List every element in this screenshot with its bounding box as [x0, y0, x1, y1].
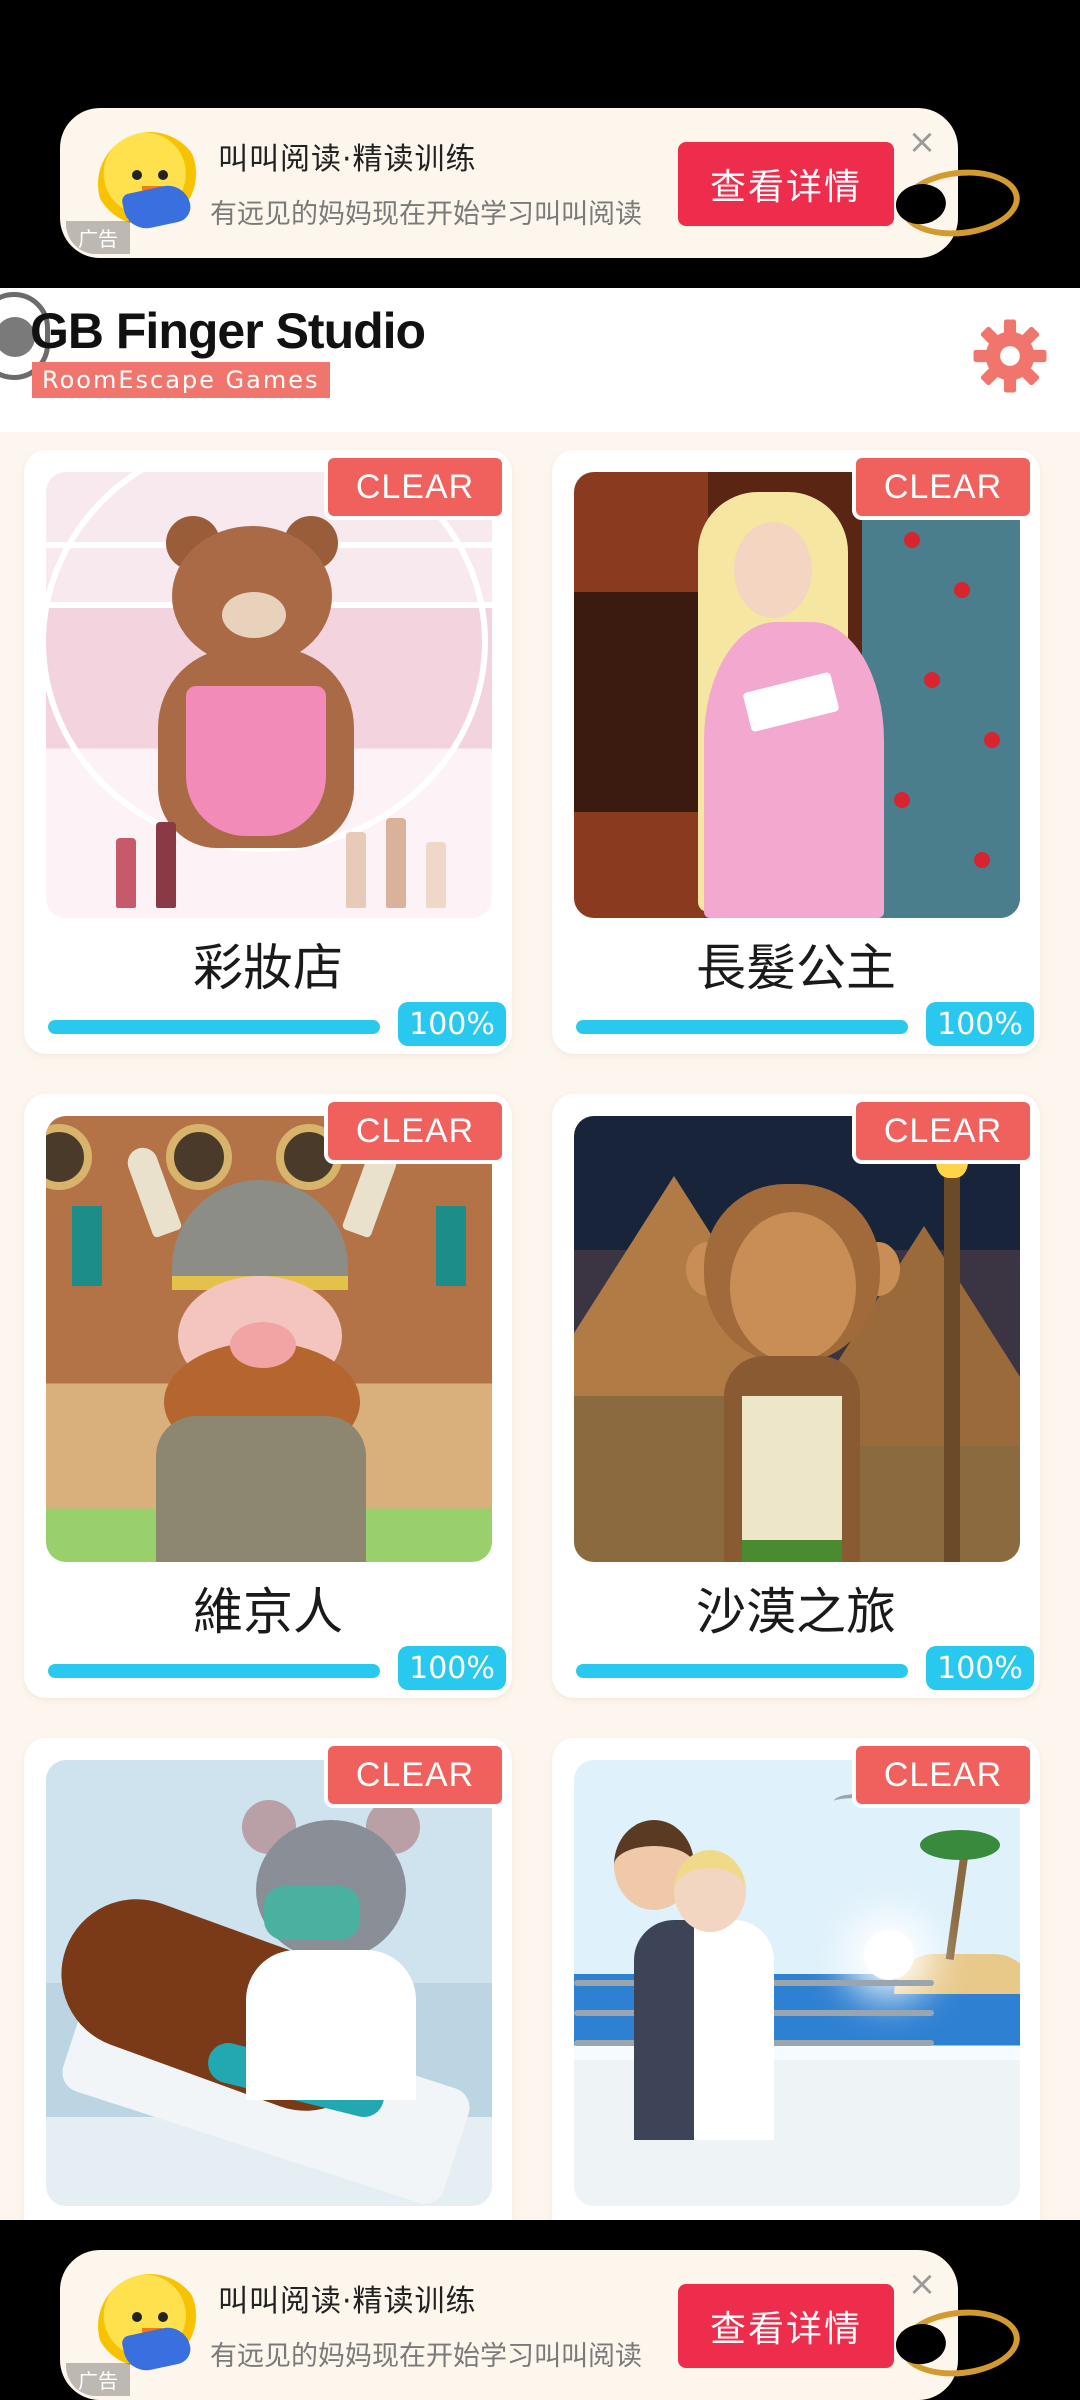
dentist-illustration: [46, 1760, 492, 2206]
studio-tagline: RoomEscape Games: [32, 362, 330, 398]
game-thumbnail[interactable]: [46, 1760, 492, 2206]
progress-percent: 100%: [926, 1002, 1034, 1046]
viking-illustration: [46, 1116, 492, 1562]
ad-title: 叫叫阅读·精读训练: [218, 142, 477, 177]
makeup-store-illustration: [46, 472, 492, 918]
game-thumbnail[interactable]: [46, 472, 492, 918]
game-thumbnail[interactable]: [46, 1116, 492, 1562]
game-list: CLEAR 彩妝店 100% CLEAR 長髮公主 100% CLEAR 維京人…: [0, 432, 1080, 2220]
ad-view-details-button[interactable]: 查看详情: [678, 2284, 894, 2368]
game-card-long-hair-princess[interactable]: CLEAR 長髮公主 100%: [552, 450, 1040, 1054]
game-card-cruise[interactable]: CLEAR: [552, 1738, 1040, 2220]
game-thumbnail[interactable]: [574, 1116, 1020, 1562]
ad-description: 有远见的妈妈现在开始学习叫叫阅读: [210, 2341, 642, 2372]
game-title: 維京人: [193, 1583, 343, 1641]
clear-badge: CLEAR: [852, 1742, 1034, 1808]
bottom-ad-card[interactable]: 广告 叫叫阅读·精读训练 有远见的妈妈现在开始学习叫叫阅读 查看详情 ×: [60, 2250, 958, 2400]
ad-label: 广告: [66, 2363, 130, 2396]
game-thumbnail[interactable]: [574, 1760, 1020, 2206]
ad-view-details-button[interactable]: 查看详情: [678, 142, 894, 226]
progress-bar: [48, 1020, 380, 1034]
game-card-desert-journey[interactable]: CLEAR 沙漠之旅 100%: [552, 1094, 1040, 1698]
progress-bar: [576, 1664, 908, 1678]
game-title: 彩妝店: [193, 939, 343, 997]
cruise-illustration: [574, 1760, 1020, 2206]
bottom-ad-banner: 广告 叫叫阅读·精读训练 有远见的妈妈现在开始学习叫叫阅读 查看详情 ×: [0, 2220, 1080, 2400]
ad-close-icon[interactable]: ×: [904, 2266, 940, 2302]
progress-bar: [48, 1664, 380, 1678]
top-ad-card[interactable]: 广告 叫叫阅读·精读训练 有远见的妈妈现在开始学习叫叫阅读 查看详情 ×: [60, 108, 958, 258]
clear-badge: CLEAR: [324, 454, 506, 520]
game-card-makeup-store[interactable]: CLEAR 彩妝店 100%: [24, 450, 512, 1054]
top-ad-banner: 广告 叫叫阅读·精读训练 有远见的妈妈现在开始学习叫叫阅读 查看详情 ×: [0, 0, 1080, 288]
gear-icon[interactable]: [972, 318, 1048, 394]
desert-illustration: [574, 1116, 1020, 1562]
app-header: GB Finger Studio RoomEscape Games: [0, 288, 1080, 432]
studio-name: GB Finger Studio: [30, 303, 426, 359]
ad-title: 叫叫阅读·精读训练: [218, 2284, 477, 2319]
ad-label: 广告: [66, 221, 130, 254]
game-card-viking[interactable]: CLEAR 維京人 100%: [24, 1094, 512, 1698]
app-screen: 广告 叫叫阅读·精读训练 有远见的妈妈现在开始学习叫叫阅读 查看详情 × GB …: [0, 0, 1080, 2400]
progress-percent: 100%: [398, 1002, 506, 1046]
game-card-dentist[interactable]: CLEAR: [24, 1738, 512, 2220]
progress-percent: 100%: [398, 1646, 506, 1690]
princess-illustration: [574, 472, 1020, 918]
clear-badge: CLEAR: [324, 1098, 506, 1164]
ad-description: 有远见的妈妈现在开始学习叫叫阅读: [210, 199, 642, 230]
clear-badge: CLEAR: [324, 1742, 506, 1808]
game-thumbnail[interactable]: [574, 472, 1020, 918]
clear-badge: CLEAR: [852, 454, 1034, 520]
progress-percent: 100%: [926, 1646, 1034, 1690]
clear-badge: CLEAR: [852, 1098, 1034, 1164]
progress-bar: [576, 1020, 908, 1034]
game-title: 沙漠之旅: [696, 1583, 896, 1641]
ad-close-icon[interactable]: ×: [904, 124, 940, 160]
game-title: 長髮公主: [696, 939, 896, 997]
